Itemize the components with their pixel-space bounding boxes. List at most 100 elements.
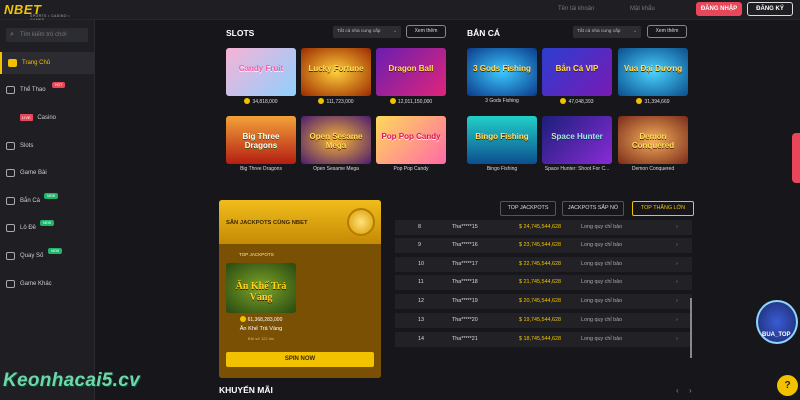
chevron-left-icon[interactable]: ‹ (676, 386, 679, 395)
rank: 8 (418, 224, 421, 230)
jackpot-game-thumbnail[interactable]: Ăn Khế Trả Vàng (226, 263, 296, 313)
win-amount: $ 21,745,544,628 (519, 279, 561, 285)
rank: 10 (418, 261, 424, 267)
table-row[interactable]: 14 Tha*****21 $ 18,745,544,628 Long quy … (395, 332, 692, 347)
logo[interactable]: NBET SPORTS • CASINO • GAMES (4, 2, 80, 22)
sidebar-item-card-games[interactable]: Game Bài (0, 162, 95, 184)
game-name: Long quy chỉ bảo (581, 317, 623, 323)
tab-upcoming-jackpots[interactable]: JACKPOTS SẮP NỔ (562, 201, 624, 216)
sidebar-item-lottery[interactable]: Lô Đề NEW (0, 217, 95, 239)
table-row[interactable]: 8 Tha*****15 $ 24,745,544,628 Long quy c… (395, 220, 692, 235)
username-input[interactable]: Tên tài khoản (554, 3, 620, 16)
slots-icon (6, 142, 15, 150)
game-thumbnail: Space Hunter (542, 116, 612, 164)
more-games-icon (6, 280, 15, 288)
game-caption: 12,011,150,000 (376, 98, 446, 105)
chevron-right-icon: › (676, 224, 678, 230)
rank: 11 (418, 279, 424, 285)
winners-table: 8 Tha*****15 $ 24,745,544,628 Long quy c… (395, 220, 692, 360)
spin-now-button[interactable]: SPIN NOW (226, 352, 374, 367)
username: Tha*****16 (452, 242, 478, 248)
sidebar-item-home[interactable]: Trang Chủ (0, 52, 95, 74)
chevron-right-icon[interactable]: › (689, 386, 692, 395)
game-name: Long quy chỉ bảo (581, 261, 623, 267)
watermark: Keonhacai5.cv (3, 370, 140, 391)
game-art-title: Open Sesame Mega (309, 132, 363, 150)
coin-icon (347, 208, 375, 236)
sidebar-item-label: Thể Thao (20, 87, 46, 93)
chat-support-button[interactable]: ? (777, 375, 798, 396)
hot-badge: HOT (52, 82, 66, 88)
fishing-provider-select[interactable]: Tất cả nhà cung cấp ⌄ (573, 26, 641, 38)
sidebar: ⌕ Tìm kiếm trò chơi Trang Chủ Thể Thao H… (0, 20, 95, 400)
password-input[interactable]: Mật khẩu (626, 3, 690, 16)
sidebar-item-slots[interactable]: Slots (0, 135, 95, 157)
sidebar-item-label: Lô Đề (20, 225, 37, 231)
slots-provider-select[interactable]: Tất cả nhà cung cấp ⌄ (333, 26, 401, 38)
game-card[interactable]: Candy Fruit 34,818,000 (226, 48, 296, 109)
jackpot-amount: 31,394,669 (644, 99, 670, 105)
chevron-down-icon: ⌄ (632, 29, 637, 34)
sidebar-item-sports[interactable]: Thể Thao HOT (0, 79, 95, 101)
sidebar-item-number-draw[interactable]: Quay Số NEW (0, 245, 95, 267)
jackpot-subtitle: TOP JACKPOTS (239, 252, 274, 257)
game-card[interactable]: Bắn Cá VIP 47,048,393 (542, 48, 612, 109)
new-badge: NEW (48, 248, 63, 254)
game-card[interactable]: Open Sesame Mega Open Sesame Mega (301, 116, 371, 177)
table-row[interactable]: 13 Tha*****20 $ 19,745,544,628 Long quy … (395, 313, 692, 328)
win-amount-value: 20,745,544,628 (523, 298, 561, 304)
jackpot-title: SĂN JACKPOTS CÙNG NBET (226, 220, 308, 226)
jackpot-amount: 12,011,150,000 (397, 99, 433, 105)
sports-icon (6, 86, 15, 94)
tab-top-winners[interactable]: TOP THẮNG LỚN (632, 201, 694, 216)
game-caption: 34,818,000 (226, 98, 296, 105)
game-card[interactable]: Demon Conquered Demon Conquered (618, 116, 688, 177)
game-card[interactable]: 3 Gods Fishing 3 Gods Fishing (467, 48, 537, 109)
username: Tha*****21 (452, 336, 478, 342)
live-badge: LIVE (20, 113, 33, 121)
table-scrollbar[interactable] (690, 298, 692, 358)
game-thumbnail: Candy Fruit (226, 48, 296, 96)
game-caption: 47,048,393 (542, 98, 612, 105)
game-card[interactable]: Pop Pop Candy Pop Pop Candy (376, 116, 446, 177)
jackpot-game-name: Ăn Khế Trả Vàng (239, 326, 283, 332)
jackpot-meta: Bởi sở 122 lần (247, 336, 275, 341)
username: Tha*****15 (452, 224, 478, 230)
table-row[interactable]: 9 Tha*****16 $ 23,745,544,628 Long quy c… (395, 238, 692, 253)
game-art-title: 3 Gods Fishing (473, 64, 531, 73)
slots-see-all-button[interactable]: Xem thêm (406, 25, 446, 38)
coin-icon (318, 98, 325, 104)
search-placeholder: Tìm kiếm trò chơi (20, 32, 67, 38)
game-card[interactable]: Lucky Fortune 111,723,000 (301, 48, 371, 109)
table-row[interactable]: 12 Tha*****19 $ 20,745,544,628 Long quy … (395, 294, 692, 309)
fishing-see-all-button[interactable]: Xem thêm (647, 25, 687, 38)
game-card[interactable]: Dragon Ball 12,011,150,000 (376, 48, 446, 109)
floating-badge[interactable]: BUA_TOP (756, 300, 798, 344)
login-button[interactable]: ĐĂNG NHẬP (696, 2, 742, 16)
game-caption: Demon Conquered (631, 166, 675, 172)
sidebar-item-label: Slots (20, 143, 34, 149)
register-button[interactable]: ĐĂNG KÝ (747, 2, 793, 16)
side-promo-tab[interactable] (792, 133, 800, 183)
sidebar-item-casino[interactable]: LIVE Casino (0, 107, 95, 129)
game-card[interactable]: Big Three Dragons Big Three Dragons (226, 116, 296, 177)
sidebar-item-other-games[interactable]: Game Khác (0, 273, 95, 295)
game-caption: Big Three Dragons (240, 166, 282, 172)
game-card[interactable]: Vua Đại Dương 31,394,669 (618, 48, 688, 109)
sidebar-item-fishing[interactable]: Bắn Cá NEW (0, 190, 95, 212)
lottery-icon (6, 224, 15, 232)
win-amount: $ 24,745,544,628 (519, 224, 561, 230)
win-amount-value: 24,745,544,628 (523, 224, 561, 230)
username: Tha*****19 (452, 298, 478, 304)
rank: 12 (418, 298, 424, 304)
search-input[interactable]: ⌕ Tìm kiếm trò chơi (6, 28, 88, 42)
game-card[interactable]: Space Hunter Space Hunter: Shoot For C..… (542, 116, 612, 177)
username: Tha*****17 (452, 261, 478, 267)
game-card[interactable]: Bingo Fishing Bingo Fishing (467, 116, 537, 177)
coin-icon (244, 98, 251, 104)
tab-top-jackpots[interactable]: TOP JACKPOTS (500, 201, 556, 216)
table-row[interactable]: 11 Tha*****18 $ 21,745,544,628 Long quy … (395, 275, 692, 290)
jackpot-amount: 61,368,283,000 (226, 316, 296, 323)
table-row[interactable]: 10 Tha*****17 $ 22,745,544,628 Long quy … (395, 257, 692, 272)
game-name: Long quy chỉ bảo (581, 298, 623, 304)
